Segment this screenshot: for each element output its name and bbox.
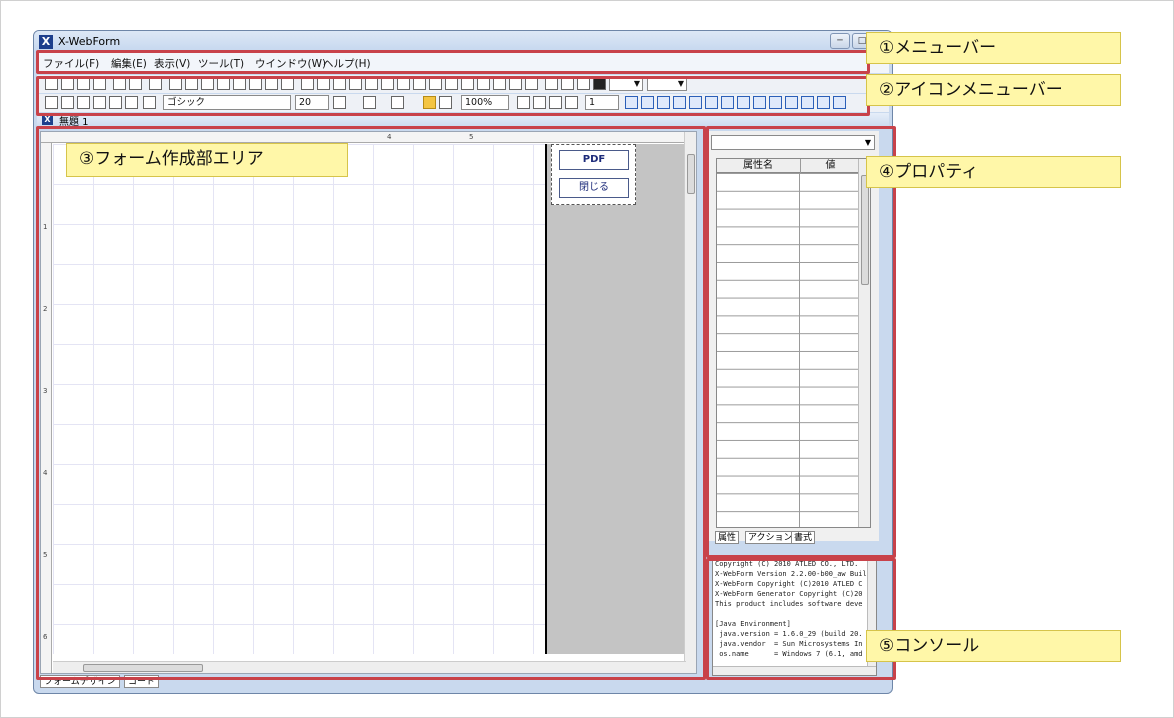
menubar-highlight <box>36 50 870 74</box>
iconmenu-highlight <box>36 76 870 116</box>
minimize-button[interactable]: ─ <box>830 33 850 49</box>
callout-form-area: ③フォーム作成部エリア <box>66 143 348 177</box>
properties-highlight <box>706 126 896 558</box>
callout-properties: ④プロパティ <box>866 156 1121 188</box>
app-logo-icon: X <box>39 35 53 49</box>
callout-menubar: ①メニューバー <box>866 32 1121 64</box>
window-title: X-WebForm <box>58 35 121 48</box>
form-area-highlight <box>36 126 706 680</box>
callout-iconmenu: ②アイコンメニューバー <box>866 74 1121 106</box>
callout-console: ⑤コンソール <box>866 630 1121 662</box>
